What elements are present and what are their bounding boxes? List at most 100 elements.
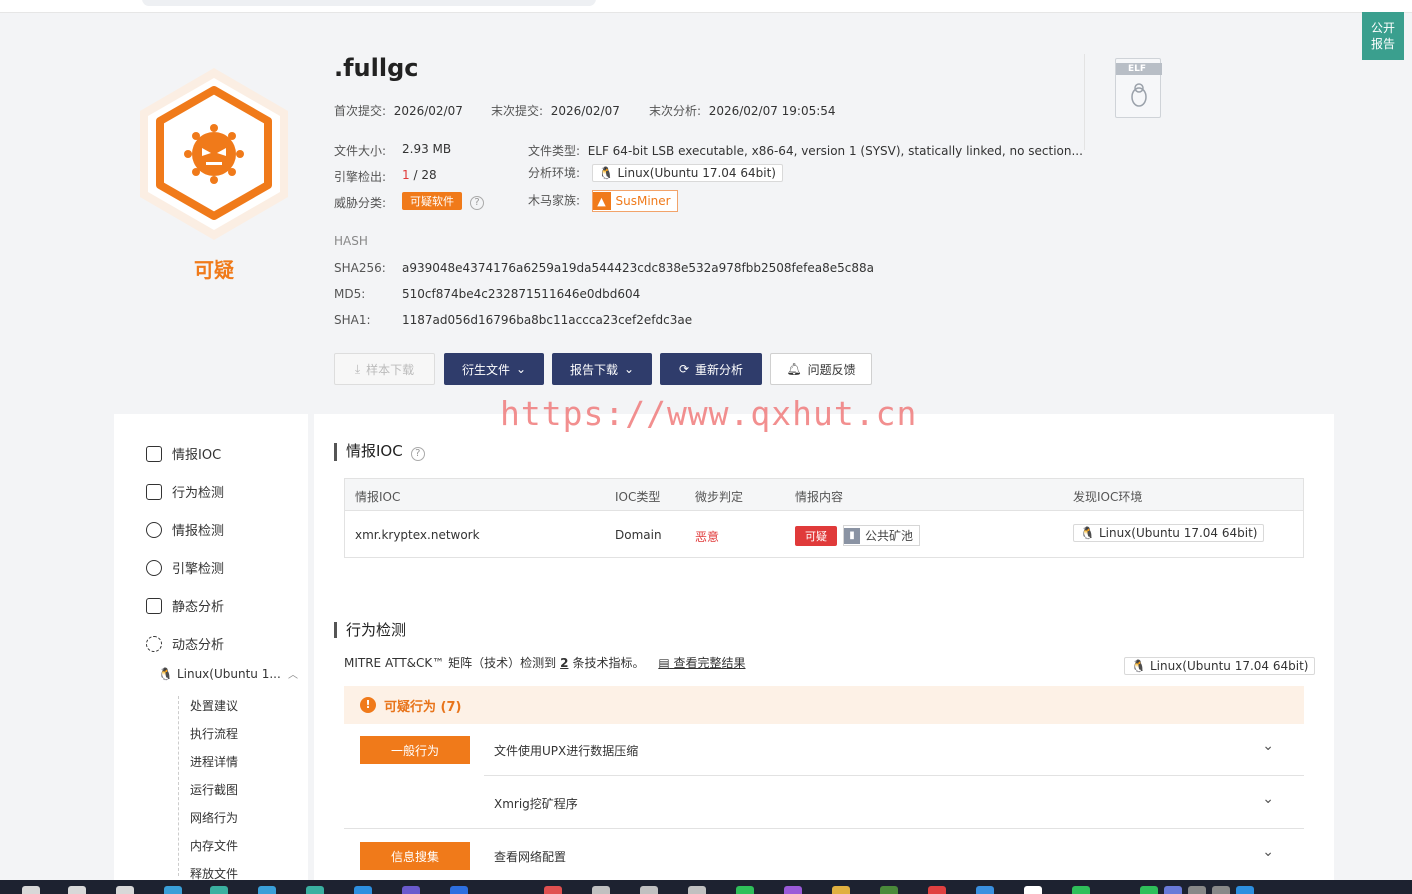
taskbar-app-icon[interactable] xyxy=(976,886,994,894)
taskbar-app-icon[interactable] xyxy=(116,886,134,894)
env-tag[interactable]: 🐧 Linux(Ubuntu 17.04 64bit) xyxy=(1124,657,1316,675)
taskbar xyxy=(0,880,1412,894)
chevron-down-icon: ⌄ xyxy=(515,362,527,376)
main-panel: 情报IOC? 情报IOC IOC类型 微步判定 情报内容 发现IOC环境 xmr… xyxy=(314,414,1334,884)
download-icon: ⤓ xyxy=(354,361,361,376)
env-tag[interactable]: 🐧 Linux(Ubuntu 17.04 64bit) xyxy=(591,164,783,182)
family-tag[interactable]: ▲ SusMiner xyxy=(591,190,678,212)
taskbar-app-icon[interactable] xyxy=(1024,886,1042,894)
file-size: 文件大小: 2.93 MB xyxy=(334,142,452,158)
sidebar-sub-item[interactable]: 处置建议 xyxy=(190,697,238,714)
suspicious-tag: 可疑 xyxy=(795,525,837,546)
category-tag: 信息搜集 xyxy=(360,842,470,870)
analysis-env: 分析环境: 🐧 Linux(Ubuntu 17.04 64bit) xyxy=(528,164,783,182)
divider xyxy=(344,828,1304,829)
sha1-value[interactable]: 1187ad056d16796ba8bc11accca23cef2efdc3ae xyxy=(402,313,692,327)
taskbar-app-icon[interactable] xyxy=(306,886,324,894)
threat-category: 威胁分类: 可疑软件? xyxy=(334,192,484,211)
top-bar xyxy=(0,0,1412,13)
chevron-down-icon[interactable]: ⌄ xyxy=(1262,791,1274,807)
sidebar-sub-item[interactable]: 运行截图 xyxy=(190,781,238,798)
taskbar-app-icon[interactable] xyxy=(1236,886,1254,894)
taskbar-app-icon[interactable] xyxy=(832,886,850,894)
taskbar-app-icon[interactable] xyxy=(1164,886,1182,894)
taskbar-app-icon[interactable] xyxy=(164,886,182,894)
behavior-row[interactable]: 一般行为 文件使用UPX进行数据压缩 ⌄ xyxy=(344,724,1304,776)
md5-value[interactable]: 510cf874be4c232871511646e0dbd604 xyxy=(402,287,640,301)
taskbar-app-icon[interactable] xyxy=(1140,886,1158,894)
taskbar-app-icon[interactable] xyxy=(1212,886,1230,894)
sidebar-item-engine[interactable]: 引擎检测 xyxy=(146,558,224,577)
behavior-desc: Xmrig挖矿程序 xyxy=(494,797,578,811)
behavior-env: 🐧 Linux(Ubuntu 17.04 64bit) xyxy=(1124,657,1316,675)
ioc-value[interactable]: xmr.kryptex.network xyxy=(355,528,480,542)
sha256-value[interactable]: a939048e4374176a6259a19da544423cdc838e53… xyxy=(402,261,874,275)
public-report-button[interactable]: 公开 报告 xyxy=(1362,12,1404,60)
taskbar-app-icon[interactable] xyxy=(784,886,802,894)
verdict-label: 可疑 xyxy=(194,258,234,282)
taskbar-app-icon[interactable] xyxy=(688,886,706,894)
taskbar-app-icon[interactable] xyxy=(1188,886,1206,894)
refresh-icon: ⟳ xyxy=(678,362,690,376)
sidebar-item-behavior[interactable]: 行为检测 xyxy=(146,482,224,501)
sidebar-item-dynamic[interactable]: 动态分析 xyxy=(146,634,224,653)
behavior-desc: 查看网络配置 xyxy=(494,850,567,864)
suspicious-behavior-header[interactable]: ! 可疑行为 (7) xyxy=(344,686,1304,724)
sidebar-item-static[interactable]: 静态分析 xyxy=(146,596,224,615)
trojan-family: 木马家族: ▲ SusMiner xyxy=(528,190,678,212)
behavior-row[interactable]: Xmrig挖矿程序 ⌄ xyxy=(344,777,1304,829)
sidebar-sub-item[interactable]: 内存文件 xyxy=(190,837,238,854)
chevron-down-icon[interactable]: ⌄ xyxy=(1262,844,1274,860)
behavior-icon xyxy=(146,483,162,500)
sidebar-env-group[interactable]: 🐧 Linux(Ubuntu 1... ︿ xyxy=(158,666,298,682)
chevron-up-icon: ︿ xyxy=(288,670,298,681)
sample-download-button[interactable]: ⤓ 样本下载 xyxy=(334,353,435,385)
taskbar-app-icon[interactable] xyxy=(736,886,754,894)
chevron-down-icon[interactable]: ⌄ xyxy=(1262,738,1274,754)
help-icon[interactable]: ? xyxy=(410,447,425,461)
last-analysis: 末次分析: 2026/02/07 19:05:54 xyxy=(649,104,836,118)
watermark: https://www.qxhut.cn xyxy=(500,394,918,433)
behavior-section-title: 行为检测 xyxy=(334,622,406,638)
linux-icon: 🐧 xyxy=(158,666,173,681)
sha1-row: SHA1: 1187ad056d16796ba8bc11accca23cef2ef… xyxy=(334,313,693,327)
pool-tag[interactable]: ▮ 公共矿池 xyxy=(843,525,921,546)
taskbar-app-icon[interactable] xyxy=(592,886,610,894)
table-header: 情报IOC IOC类型 微步判定 情报内容 发现IOC环境 xyxy=(345,479,1303,511)
taskbar-app-icon[interactable] xyxy=(22,886,40,894)
taskbar-app-icon[interactable] xyxy=(258,886,276,894)
sha256-row: SHA256: a939048e4374176a6259a19da544423cd… xyxy=(334,261,874,275)
sidebar-sub-item[interactable]: 进程详情 xyxy=(190,753,238,770)
elf-file-icon: ELF xyxy=(1115,58,1162,118)
sidebar-sub-item[interactable]: 执行流程 xyxy=(190,725,238,742)
md5-row: MD5: 510cf874be4c232871511646e0dbd604 xyxy=(334,287,641,301)
sidebar-item-intel[interactable]: 情报检测 xyxy=(146,520,224,539)
taskbar-app-icon[interactable] xyxy=(640,886,658,894)
taskbar-app-icon[interactable] xyxy=(450,886,468,894)
public-report-label: 公开 报告 xyxy=(1370,21,1395,51)
linux-icon: 🐧 xyxy=(1080,526,1095,540)
ioc-section-title: 情报IOC? xyxy=(334,443,425,461)
search-bar[interactable] xyxy=(142,0,596,6)
ioc-verdict: 恶意 xyxy=(695,530,720,544)
env-tag[interactable]: 🐧 Linux(Ubuntu 17.04 64bit) xyxy=(1073,524,1265,542)
taskbar-app-icon[interactable] xyxy=(210,886,228,894)
verdict-hexagon xyxy=(134,64,294,244)
report-download-button[interactable]: 报告下载 ⌄ xyxy=(552,353,652,385)
taskbar-app-icon[interactable] xyxy=(928,886,946,894)
sidebar-item-ioc[interactable]: 情报IOC xyxy=(146,444,221,463)
taskbar-app-icon[interactable] xyxy=(402,886,420,894)
view-full-results-link[interactable]: ▤ 查看完整结果 xyxy=(658,656,745,670)
taskbar-app-icon[interactable] xyxy=(68,886,86,894)
help-icon[interactable]: ? xyxy=(470,196,484,210)
behavior-row[interactable]: 信息搜集 查看网络配置 ⌄ xyxy=(344,830,1304,882)
feedback-button[interactable]: 🔔︎ 问题反馈 xyxy=(770,353,872,385)
taskbar-app-icon[interactable] xyxy=(1072,886,1090,894)
sidebar-sub-item[interactable]: 网络行为 xyxy=(190,809,238,826)
taskbar-app-icon[interactable] xyxy=(544,886,562,894)
taskbar-app-icon[interactable] xyxy=(880,886,898,894)
file-type: 文件类型: ELF 64-bit LSB executable, x86-64,… xyxy=(528,144,1083,158)
derived-files-button[interactable]: 衍生文件 ⌄ xyxy=(444,353,544,385)
taskbar-app-icon[interactable] xyxy=(354,886,372,894)
reanalyze-button[interactable]: ⟳ 重新分析 xyxy=(660,353,762,385)
